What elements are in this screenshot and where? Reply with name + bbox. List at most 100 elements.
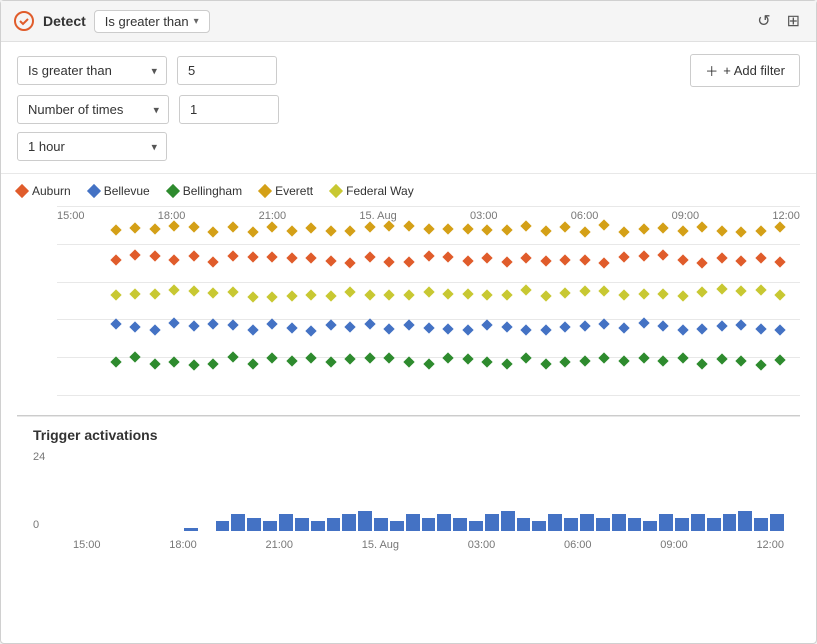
scatter-dot <box>560 222 571 233</box>
add-filter-button[interactable]: ＋ + Add filter <box>690 54 800 87</box>
scatter-dot <box>423 322 434 333</box>
scatter-dot <box>716 253 727 264</box>
scatter-dot <box>481 225 492 236</box>
scatter-dot <box>462 353 473 364</box>
chevron-down-icon: ▾ <box>194 16 199 27</box>
scatter-dot <box>423 286 434 297</box>
scatter-dot <box>579 255 590 266</box>
scatter-dot <box>462 288 473 299</box>
scatter-dot <box>501 321 512 332</box>
scatter-dot <box>423 250 434 261</box>
bar-y-labels: 240 <box>33 451 45 531</box>
scatter-dot <box>227 286 238 297</box>
bar-x-label: 12:00 <box>756 539 784 551</box>
scatter-dot <box>384 257 395 268</box>
scatter-dot <box>247 291 258 302</box>
scatter-dot <box>677 254 688 265</box>
main-container: Detect Is greater than ▾ ↺ ⊞ Is greater … <box>0 0 817 644</box>
scatter-dot <box>677 225 688 236</box>
scatter-dot <box>481 356 492 367</box>
scatter-dot <box>266 319 277 330</box>
scatter-dot <box>149 224 160 235</box>
condition-select[interactable]: Is greater than Is less than Is equal to <box>17 56 167 85</box>
scatter-dot <box>149 358 160 369</box>
bar-x-label: 09:00 <box>660 539 688 551</box>
legend-label: Auburn <box>32 184 71 198</box>
bar <box>659 514 673 531</box>
scatter-dot <box>481 253 492 264</box>
bar <box>358 511 372 531</box>
refresh-button[interactable]: ↺ <box>753 7 774 35</box>
split-button[interactable]: ⊞ <box>783 7 804 35</box>
legend-item: Everett <box>260 184 313 198</box>
scatter-dot <box>286 253 297 264</box>
scatter-dot <box>247 324 258 335</box>
scatter-dot <box>697 257 708 268</box>
bar <box>707 518 721 531</box>
scatter-dot <box>130 321 141 332</box>
scatter-dot <box>130 352 141 363</box>
bar <box>247 518 261 531</box>
scatter-dot <box>345 226 356 237</box>
scatter-dot <box>130 222 141 233</box>
scatter-dot <box>540 256 551 267</box>
scatter-dot <box>188 251 199 262</box>
bar-x-label: 03:00 <box>468 539 496 551</box>
scatter-dot <box>657 356 668 367</box>
condition-badge[interactable]: Is greater than ▾ <box>94 10 210 33</box>
legend-label: Federal Way <box>346 184 414 198</box>
scatter-dot <box>227 352 238 363</box>
legend-item: Federal Way <box>331 184 414 198</box>
scatter-dot <box>618 251 629 262</box>
scatter-dot <box>110 357 121 368</box>
scatter-dot <box>208 257 219 268</box>
bar <box>390 521 404 531</box>
scatter-dot <box>403 319 414 330</box>
bar <box>564 518 578 531</box>
scatter-dot <box>579 320 590 331</box>
scatter-dot <box>599 285 610 296</box>
times-row: Number of times Percentage of time ▾ <box>17 95 800 124</box>
trigger-title: Trigger activations <box>33 427 784 443</box>
add-filter-label: + Add filter <box>723 63 785 78</box>
scatter-dot <box>325 320 336 331</box>
chart-area: AuburnBellevueBellinghamEverettFederal W… <box>1 174 816 643</box>
bar <box>580 514 594 531</box>
scatter-dot <box>306 325 317 336</box>
scatter-dot <box>325 256 336 267</box>
scatter-dot <box>169 356 180 367</box>
scatter-dot <box>755 324 766 335</box>
dots-layer <box>57 206 800 395</box>
condition-row: Is greater than Is less than Is equal to… <box>17 54 800 87</box>
scatter-dot <box>286 290 297 301</box>
scatter-dot <box>638 318 649 329</box>
times-value-input[interactable] <box>179 95 279 124</box>
scatter-dot <box>540 324 551 335</box>
scatter-dot <box>325 290 336 301</box>
scatter-dot <box>677 290 688 301</box>
scatter-dot <box>540 291 551 302</box>
bar-chart: 240 15:0018:0021:0015. Aug03:0006:0009:0… <box>33 451 784 551</box>
plus-icon: ＋ <box>705 61 718 80</box>
legend: AuburnBellevueBellinghamEverettFederal W… <box>17 184 800 198</box>
bar <box>596 518 610 531</box>
times-select[interactable]: Number of times Percentage of time <box>17 95 169 124</box>
scatter-dot <box>169 221 180 232</box>
condition-value-input[interactable] <box>177 56 277 85</box>
scatter-dot <box>306 352 317 363</box>
scatter-dot <box>169 285 180 296</box>
scatter-dot <box>149 288 160 299</box>
scatter-dot <box>521 353 532 364</box>
scatter-dot <box>442 288 453 299</box>
scatter-dot <box>638 250 649 261</box>
bar-x-label: 15. Aug <box>362 539 399 551</box>
scatter-dot <box>736 356 747 367</box>
scatter-dot <box>208 318 219 329</box>
scatter-dot <box>364 352 375 363</box>
scatter-dot <box>618 355 629 366</box>
duration-select[interactable]: 1 hour 30 minutes 2 hours <box>17 132 167 161</box>
scatter-dot <box>266 221 277 232</box>
scatter-dot <box>423 223 434 234</box>
y-axis-label: 0 <box>33 519 45 531</box>
scatter-dot <box>638 288 649 299</box>
